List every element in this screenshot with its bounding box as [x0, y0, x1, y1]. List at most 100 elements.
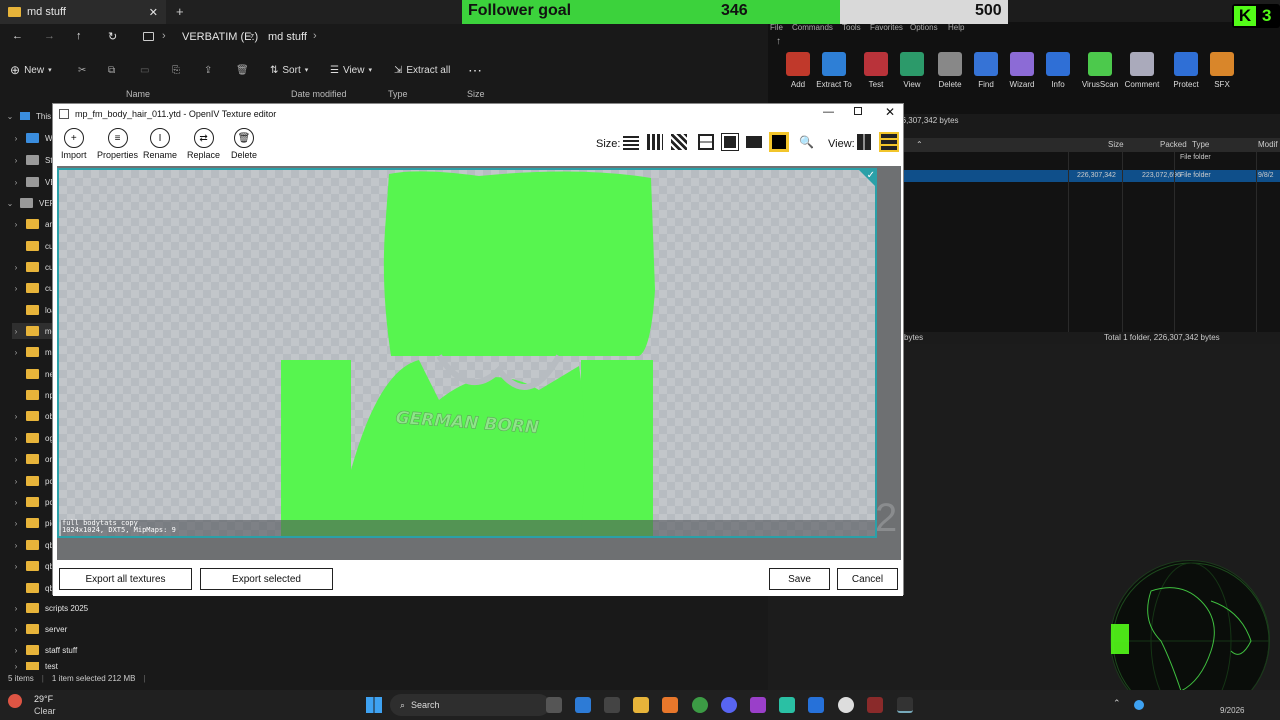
chevron-up-icon[interactable]: ⌃: [1113, 698, 1121, 709]
delete-button[interactable]: 🗑 Delete: [231, 128, 257, 160]
column-name[interactable]: Name: [126, 89, 150, 99]
nav-item[interactable]: › Ste: [12, 152, 57, 168]
column-size[interactable]: Size: [467, 89, 485, 99]
column-packed[interactable]: Packed: [1160, 140, 1187, 149]
weather-widget[interactable]: 29°F Clear: [8, 692, 128, 718]
nav-item[interactable]: ne: [12, 366, 54, 382]
explorer-tab[interactable]: md stuff ✕: [0, 0, 166, 24]
view-button[interactable]: ☰ View ▾: [330, 56, 372, 84]
nav-item[interactable]: › og: [12, 430, 54, 446]
copy-icon[interactable]: ⧉: [108, 56, 115, 84]
column-type[interactable]: Type: [388, 89, 408, 99]
close-tab-icon[interactable]: ✕: [149, 6, 158, 19]
size-xlarge-icon[interactable]: [721, 133, 739, 151]
view-grid-icon[interactable]: [879, 132, 899, 152]
close-icon[interactable]: ✕: [885, 105, 895, 119]
nav-item[interactable]: › VE: [12, 174, 56, 190]
openiv-icon[interactable]: [897, 697, 913, 713]
windows-start-icon[interactable]: [366, 697, 382, 713]
snipping-tool-icon[interactable]: [604, 697, 620, 713]
new-tab-icon[interactable]: +: [176, 4, 184, 19]
menu-help[interactable]: Help: [948, 23, 964, 32]
nav-item[interactable]: › pc: [12, 494, 53, 510]
up-arrow-icon[interactable]: ↑: [776, 36, 781, 47]
up-arrow-icon[interactable]: ↑: [76, 30, 82, 42]
nav-item[interactable]: › am: [12, 216, 56, 232]
rename-icon[interactable]: ⎘: [172, 56, 180, 84]
winrar-icon[interactable]: [867, 697, 883, 713]
winrar-info-button[interactable]: Info: [1036, 52, 1080, 89]
nav-item[interactable]: › mo: [12, 323, 56, 339]
column-modified[interactable]: Modif: [1258, 140, 1278, 149]
outlook-icon[interactable]: [575, 697, 591, 713]
nav-item[interactable]: › Wi: [12, 130, 54, 146]
menu-options[interactable]: Options: [910, 23, 938, 32]
texture-thumbnail-selected[interactable]: GERMAN BORN ✓ full bodytats copy 1024x10…: [57, 168, 877, 538]
more-options-icon[interactable]: ⋯: [468, 56, 482, 84]
menu-file[interactable]: File: [770, 23, 783, 32]
nav-item[interactable]: › mu: [12, 344, 56, 360]
obs-icon[interactable]: [838, 697, 854, 713]
nav-item[interactable]: › staff stuff: [12, 642, 77, 658]
winrar-sfx-button[interactable]: SFX: [1200, 52, 1244, 89]
extract-all-button[interactable]: ⇲ Extract all: [394, 56, 450, 84]
breadcrumb-drive[interactable]: VERBATIM (E:): [182, 31, 258, 43]
menu-tools[interactable]: Tools: [842, 23, 861, 32]
winrar-comment-button[interactable]: Comment: [1120, 52, 1164, 89]
paste-icon[interactable]: ▭: [140, 56, 149, 84]
taskbar-search[interactable]: ⌕ Search: [390, 694, 550, 716]
nav-item[interactable]: › qb: [12, 558, 54, 574]
column-size[interactable]: Size: [1108, 140, 1124, 149]
forward-arrow-icon[interactable]: →: [44, 30, 55, 42]
menu-favorites[interactable]: Favorites: [870, 23, 903, 32]
winrar-extract-to-button[interactable]: Extract To: [812, 52, 856, 89]
import-button[interactable]: + Import: [61, 128, 87, 160]
nav-item[interactable]: ⌄ VER: [6, 195, 55, 211]
nav-item[interactable]: › cu: [12, 280, 53, 296]
export-selected-button[interactable]: Export selected: [200, 568, 333, 590]
back-arrow-icon[interactable]: ←: [12, 30, 23, 42]
nav-item[interactable]: › ob: [12, 408, 54, 424]
sort-button[interactable]: ⇅ Sort ▾: [270, 56, 308, 84]
export-all-textures-button[interactable]: Export all textures: [59, 568, 192, 590]
size-tiny-icon[interactable]: [623, 134, 639, 150]
nav-item[interactable]: qb: [12, 580, 54, 596]
vscode-icon[interactable]: [808, 697, 824, 713]
maximize-icon[interactable]: [854, 107, 862, 115]
size-large-icon[interactable]: [698, 134, 714, 150]
app-icon[interactable]: [662, 697, 678, 713]
save-button[interactable]: Save: [769, 568, 830, 590]
minimize-icon[interactable]: —: [823, 106, 834, 118]
share-icon[interactable]: ⇪: [204, 56, 212, 84]
winrar-virusscan-button[interactable]: VirusScan: [1078, 52, 1122, 89]
menu-commands[interactable]: Commands: [792, 23, 833, 32]
size-small-icon[interactable]: [647, 134, 663, 150]
app-icon[interactable]: [779, 697, 795, 713]
nav-item[interactable]: › cu: [12, 259, 53, 275]
file-explorer-icon[interactable]: [633, 697, 649, 713]
column-date-modified[interactable]: Date modified: [291, 89, 347, 99]
nav-item[interactable]: › qb: [12, 537, 54, 553]
app-icon[interactable]: [750, 697, 766, 713]
nav-item[interactable]: ⌄ This: [6, 108, 51, 124]
nav-item[interactable]: › pic: [12, 515, 55, 531]
zoom-icon[interactable]: 🔍: [799, 135, 814, 149]
chrome-icon[interactable]: [692, 697, 708, 713]
discord-icon[interactable]: [721, 697, 737, 713]
cancel-button[interactable]: Cancel: [837, 568, 898, 590]
nav-item[interactable]: loa: [12, 302, 56, 318]
new-button[interactable]: ⊕ New ▾: [10, 56, 52, 84]
nav-item[interactable]: cu: [12, 238, 53, 254]
breadcrumb-folder[interactable]: md stuff: [268, 31, 307, 43]
nav-item[interactable]: › pc: [12, 473, 53, 489]
properties-button[interactable]: ≡ Properties: [97, 128, 138, 160]
nav-item[interactable]: › test: [12, 662, 58, 670]
size-xxlarge-icon[interactable]: [746, 136, 762, 148]
cut-icon[interactable]: ✂: [78, 56, 86, 84]
view-list-icon[interactable]: [857, 134, 871, 150]
onedrive-icon[interactable]: [1134, 700, 1144, 710]
winrar-selected-row[interactable]: 226,307,342 223,072,696 File folder 9/8/…: [904, 170, 1280, 182]
refresh-icon[interactable]: ↻: [108, 30, 117, 43]
size-medium-icon[interactable]: [671, 134, 687, 150]
column-type[interactable]: Type: [1192, 140, 1209, 149]
